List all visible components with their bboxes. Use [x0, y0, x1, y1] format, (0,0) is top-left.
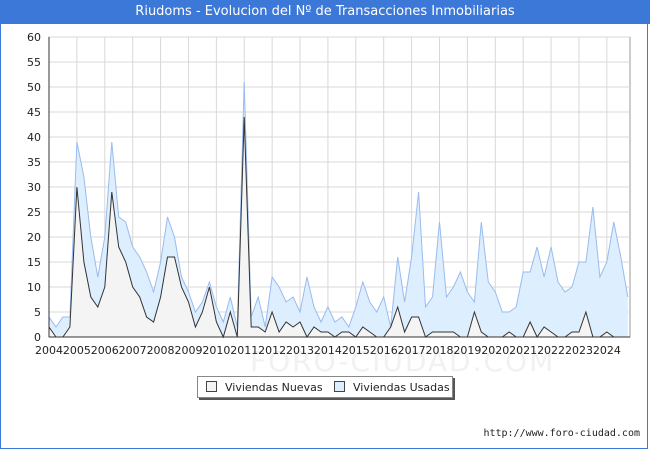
- x-tick-label: 2018: [425, 344, 453, 357]
- y-tick-label: 45: [27, 106, 41, 119]
- legend-swatch-nuevas: [206, 381, 217, 392]
- x-tick-label: 2022: [537, 344, 565, 357]
- y-tick-label: 20: [27, 231, 41, 244]
- x-tick-label: 2019: [453, 344, 481, 357]
- x-tick-label: 2017: [398, 344, 426, 357]
- x-tick-label: 2008: [147, 344, 175, 357]
- y-tick-label: 0: [34, 331, 41, 344]
- y-tick-label: 25: [27, 206, 41, 219]
- y-tick-label: 50: [27, 81, 41, 94]
- x-tick-label: 2007: [119, 344, 147, 357]
- x-tick-label: 2013: [286, 344, 314, 357]
- x-tick-label: 2009: [174, 344, 202, 357]
- legend-label-nuevas: Viviendas Nuevas: [225, 381, 323, 394]
- y-tick-label: 55: [27, 56, 41, 69]
- y-tick-label: 60: [27, 31, 41, 44]
- x-tick-label: 2012: [258, 344, 286, 357]
- source-url: http://www.foro-ciudad.com: [483, 428, 640, 439]
- x-tick-label: 2021: [509, 344, 537, 357]
- y-tick-label: 15: [27, 256, 41, 269]
- y-tick-label: 35: [27, 156, 41, 169]
- x-tick-label: 2006: [91, 344, 119, 357]
- x-tick-label: 2014: [314, 344, 342, 357]
- y-tick-label: 10: [27, 281, 41, 294]
- x-tick-label: 2023: [565, 344, 593, 357]
- x-tick-label: 2020: [481, 344, 509, 357]
- x-tick-label: 2005: [63, 344, 91, 357]
- x-tick-label: 2015: [342, 344, 370, 357]
- legend-label-usadas: Viviendas Usadas: [353, 381, 450, 394]
- y-tick-label: 40: [27, 131, 41, 144]
- y-tick-label: 30: [27, 181, 41, 194]
- x-tick-label: 2024: [593, 344, 621, 357]
- x-tick-label: 2010: [202, 344, 230, 357]
- legend-swatch-usadas: [334, 381, 345, 392]
- legend: Viviendas Nuevas Viviendas Usadas: [197, 376, 453, 398]
- x-tick-label: 2016: [370, 344, 398, 357]
- y-tick-label: 5: [34, 306, 41, 319]
- legend-item-usadas: Viviendas Usadas: [334, 377, 450, 399]
- x-tick-label: 2011: [230, 344, 258, 357]
- legend-item-nuevas: Viviendas Nuevas: [206, 377, 323, 399]
- x-tick-label: 2004: [35, 344, 63, 357]
